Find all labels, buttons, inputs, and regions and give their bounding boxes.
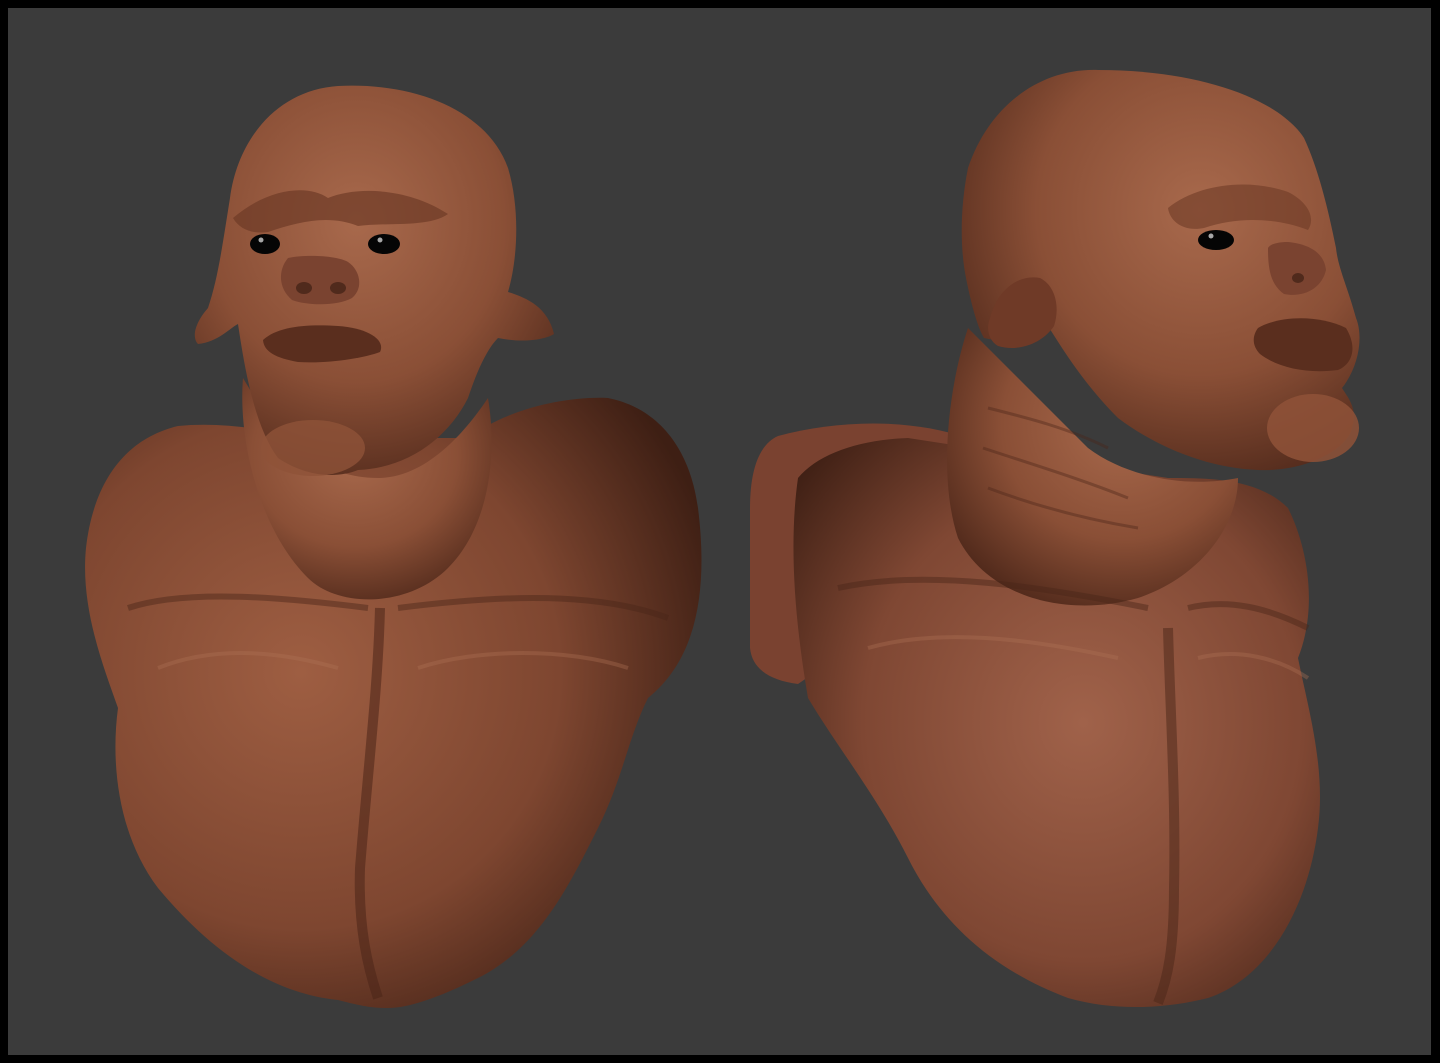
eye-right xyxy=(1198,230,1234,250)
render-canvas xyxy=(85,69,1360,1009)
chin-right xyxy=(1267,394,1359,462)
bust-three-quarter-view xyxy=(750,69,1360,1008)
eye-left-1 xyxy=(250,234,280,254)
bust-front-view xyxy=(85,85,702,1009)
render-viewport xyxy=(8,8,1431,1055)
chin-left xyxy=(261,420,365,476)
image-frame xyxy=(0,0,1440,1063)
eye-left-2 xyxy=(368,234,400,254)
nose-left xyxy=(280,255,360,305)
